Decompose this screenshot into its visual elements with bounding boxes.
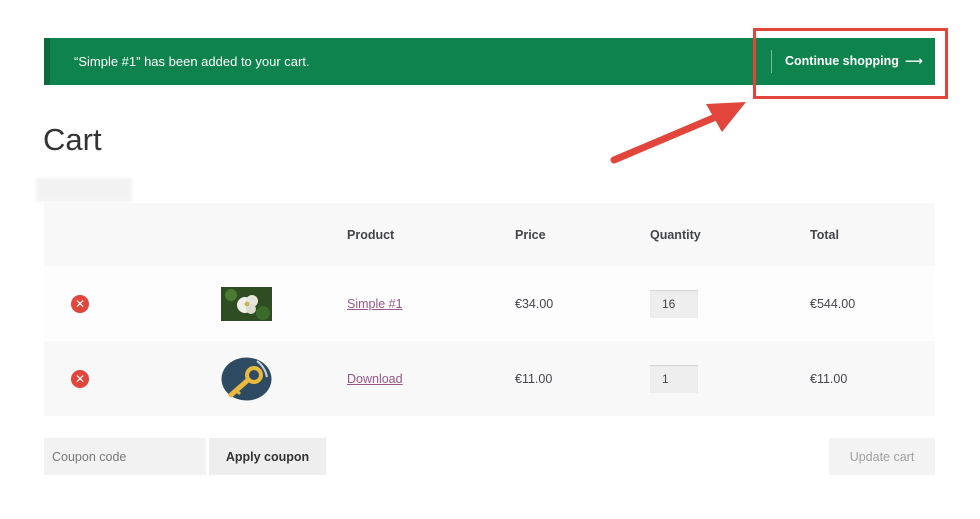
product-price: €11.00 [515, 371, 553, 386]
header-quantity: Quantity [650, 227, 701, 242]
quantity-input[interactable] [650, 364, 698, 393]
header-product: Product [347, 227, 395, 242]
header-price: Price [515, 227, 546, 242]
notice-message: “Simple #1” has been added to your cart. [74, 54, 310, 69]
update-cart-button[interactable]: Update cart [829, 438, 935, 475]
header-thumbnail [221, 203, 347, 266]
flower-photo-icon[interactable] [221, 286, 272, 321]
product-total: €11.00 [810, 371, 848, 386]
product-price: €34.00 [515, 296, 554, 311]
table-row: ✕ Download €11.00 €11.00 [44, 341, 935, 416]
product-link[interactable]: Simple #1 [347, 297, 403, 311]
coupon-code-input[interactable] [44, 438, 206, 475]
header-remove [44, 203, 221, 266]
product-total: €544.00 [810, 296, 856, 311]
remove-item-icon[interactable]: ✕ [71, 369, 89, 388]
remove-item-icon[interactable]: ✕ [71, 294, 89, 313]
table-row: ✕ Simple #1 €34.00 €544.00 [44, 266, 935, 341]
annotation-arrow-icon [610, 102, 746, 164]
cart-table: Product Price Quantity Total ✕ Simple #1 [44, 203, 935, 416]
highlight-box [753, 28, 948, 99]
key-icon[interactable] [221, 357, 272, 401]
product-link[interactable]: Download [347, 372, 403, 386]
blurred-text [36, 178, 132, 202]
apply-coupon-button[interactable]: Apply coupon [209, 438, 326, 475]
page-title: Cart [43, 122, 102, 157]
quantity-input[interactable] [650, 289, 698, 318]
table-header-row: Product Price Quantity Total [44, 203, 935, 266]
header-total: Total [810, 227, 839, 242]
